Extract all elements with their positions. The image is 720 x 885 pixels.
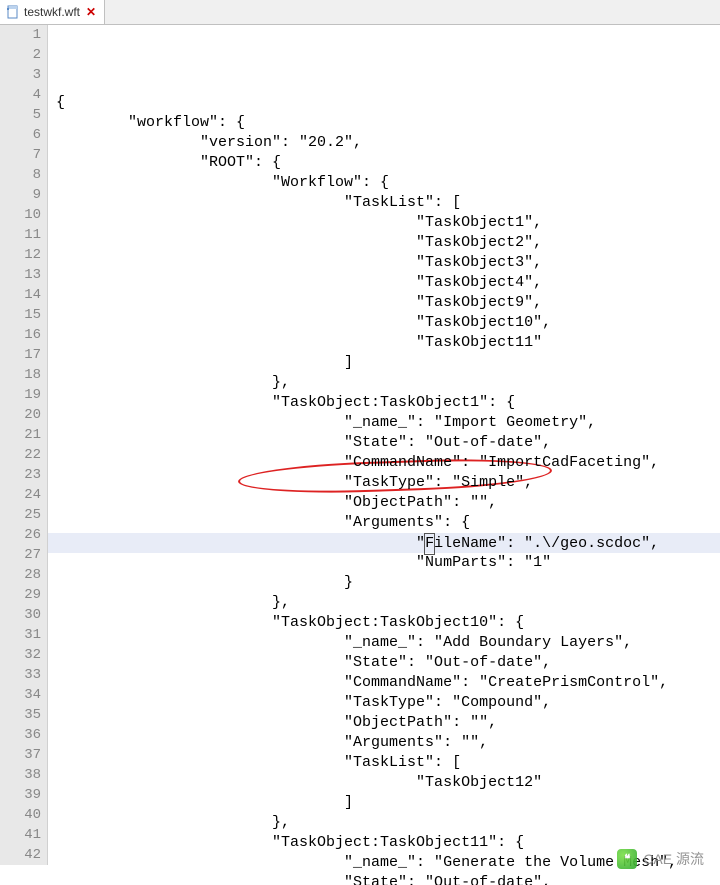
code-line[interactable]: ] xyxy=(48,353,720,373)
code-line[interactable]: "TaskType": "Compound", xyxy=(48,693,720,713)
line-number: 30 xyxy=(0,605,41,625)
code-line[interactable]: ] xyxy=(48,793,720,813)
code-line[interactable]: "version": "20.2", xyxy=(48,133,720,153)
line-number: 10 xyxy=(0,205,41,225)
line-number: 42 xyxy=(0,845,41,865)
line-number: 5 xyxy=(0,105,41,125)
code-line[interactable]: "TaskObject3", xyxy=(48,253,720,273)
code-line[interactable]: { xyxy=(48,93,720,113)
code-line[interactable]: }, xyxy=(48,813,720,833)
line-number: 6 xyxy=(0,125,41,145)
line-number: 26 xyxy=(0,525,41,545)
code-line[interactable]: "TaskObject4", xyxy=(48,273,720,293)
line-number: 9 xyxy=(0,185,41,205)
text-caret: F xyxy=(424,533,435,555)
line-number: 19 xyxy=(0,385,41,405)
code-line[interactable]: "TaskObject:TaskObject11": { xyxy=(48,833,720,853)
code-line[interactable]: "ROOT": { xyxy=(48,153,720,173)
code-line[interactable]: "Arguments": "", xyxy=(48,733,720,753)
code-line[interactable]: }, xyxy=(48,593,720,613)
editor-window: testwkf.wft ✕ 12345678910111213141516171… xyxy=(0,0,720,885)
code-line[interactable]: "NumParts": "1" xyxy=(48,553,720,573)
line-number: 7 xyxy=(0,145,41,165)
line-number: 34 xyxy=(0,685,41,705)
line-number: 11 xyxy=(0,225,41,245)
close-icon[interactable]: ✕ xyxy=(84,6,98,18)
line-number: 33 xyxy=(0,665,41,685)
code-line[interactable]: "_name_": "Import Geometry", xyxy=(48,413,720,433)
line-number: 15 xyxy=(0,305,41,325)
code-line[interactable]: "TaskObject9", xyxy=(48,293,720,313)
code-line[interactable]: "TaskList": [ xyxy=(48,753,720,773)
code-line[interactable]: "TaskObject12" xyxy=(48,773,720,793)
line-number: 39 xyxy=(0,785,41,805)
file-tab-label: testwkf.wft xyxy=(24,5,80,19)
line-number: 41 xyxy=(0,825,41,845)
line-number: 16 xyxy=(0,325,41,345)
line-number: 40 xyxy=(0,805,41,825)
line-number: 35 xyxy=(0,705,41,725)
code-line[interactable]: "TaskObject11" xyxy=(48,333,720,353)
line-number: 12 xyxy=(0,245,41,265)
editor-body: 1234567891011121314151617181920212223242… xyxy=(0,25,720,885)
line-number: 14 xyxy=(0,285,41,305)
code-line[interactable]: "CommandName": "ImportCadFaceting", xyxy=(48,453,720,473)
code-line[interactable]: "State": "Out-of-date", xyxy=(48,653,720,673)
line-number: 27 xyxy=(0,545,41,565)
code-line[interactable]: "FileName": ".\/geo.scdoc", xyxy=(48,533,720,553)
line-number: 23 xyxy=(0,465,41,485)
code-line[interactable]: "TaskType": "Simple", xyxy=(48,473,720,493)
code-line[interactable]: "State": "Out-of-date", xyxy=(48,433,720,453)
code-line[interactable]: "TaskObject:TaskObject10": { xyxy=(48,613,720,633)
line-number: 1 xyxy=(0,25,41,45)
code-line[interactable]: "Arguments": { xyxy=(48,513,720,533)
code-line[interactable]: } xyxy=(48,573,720,593)
line-number: 36 xyxy=(0,725,41,745)
code-line[interactable]: "TaskObject1", xyxy=(48,213,720,233)
line-number: 2 xyxy=(0,45,41,65)
code-line[interactable]: "CommandName": "CreatePrismControl", xyxy=(48,673,720,693)
code-line[interactable]: "ObjectPath": "", xyxy=(48,493,720,513)
code-line[interactable]: "TaskList": [ xyxy=(48,193,720,213)
code-line[interactable]: "ObjectPath": "", xyxy=(48,713,720,733)
line-number: 17 xyxy=(0,345,41,365)
line-number: 29 xyxy=(0,585,41,605)
line-number: 28 xyxy=(0,565,41,585)
line-number: 32 xyxy=(0,645,41,665)
line-number: 37 xyxy=(0,745,41,765)
line-number: 25 xyxy=(0,505,41,525)
code-line[interactable]: "workflow": { xyxy=(48,113,720,133)
file-icon xyxy=(6,5,20,19)
line-number: 8 xyxy=(0,165,41,185)
code-line[interactable]: }, xyxy=(48,373,720,393)
line-number: 22 xyxy=(0,445,41,465)
code-line[interactable]: "_name_": "Add Boundary Layers", xyxy=(48,633,720,653)
tab-bar: testwkf.wft ✕ xyxy=(0,0,720,25)
code-line[interactable]: "_name_": "Generate the Volume Mesh", xyxy=(48,853,720,873)
line-number: 20 xyxy=(0,405,41,425)
code-line[interactable]: "State": "Out-of-date", xyxy=(48,873,720,885)
code-line[interactable]: "TaskObject10", xyxy=(48,313,720,333)
code-line[interactable]: "TaskObject:TaskObject1": { xyxy=(48,393,720,413)
line-number: 13 xyxy=(0,265,41,285)
line-number-gutter: 1234567891011121314151617181920212223242… xyxy=(0,25,48,865)
line-number: 38 xyxy=(0,765,41,785)
code-line[interactable]: "Workflow": { xyxy=(48,173,720,193)
line-number: 31 xyxy=(0,625,41,645)
code-line[interactable]: "TaskObject2", xyxy=(48,233,720,253)
line-number: 4 xyxy=(0,85,41,105)
line-number: 24 xyxy=(0,485,41,505)
file-tab[interactable]: testwkf.wft ✕ xyxy=(0,0,105,24)
line-number: 18 xyxy=(0,365,41,385)
code-area[interactable]: { "workflow": { "version": "20.2", "ROOT… xyxy=(48,25,720,885)
line-number: 21 xyxy=(0,425,41,445)
line-number: 3 xyxy=(0,65,41,85)
